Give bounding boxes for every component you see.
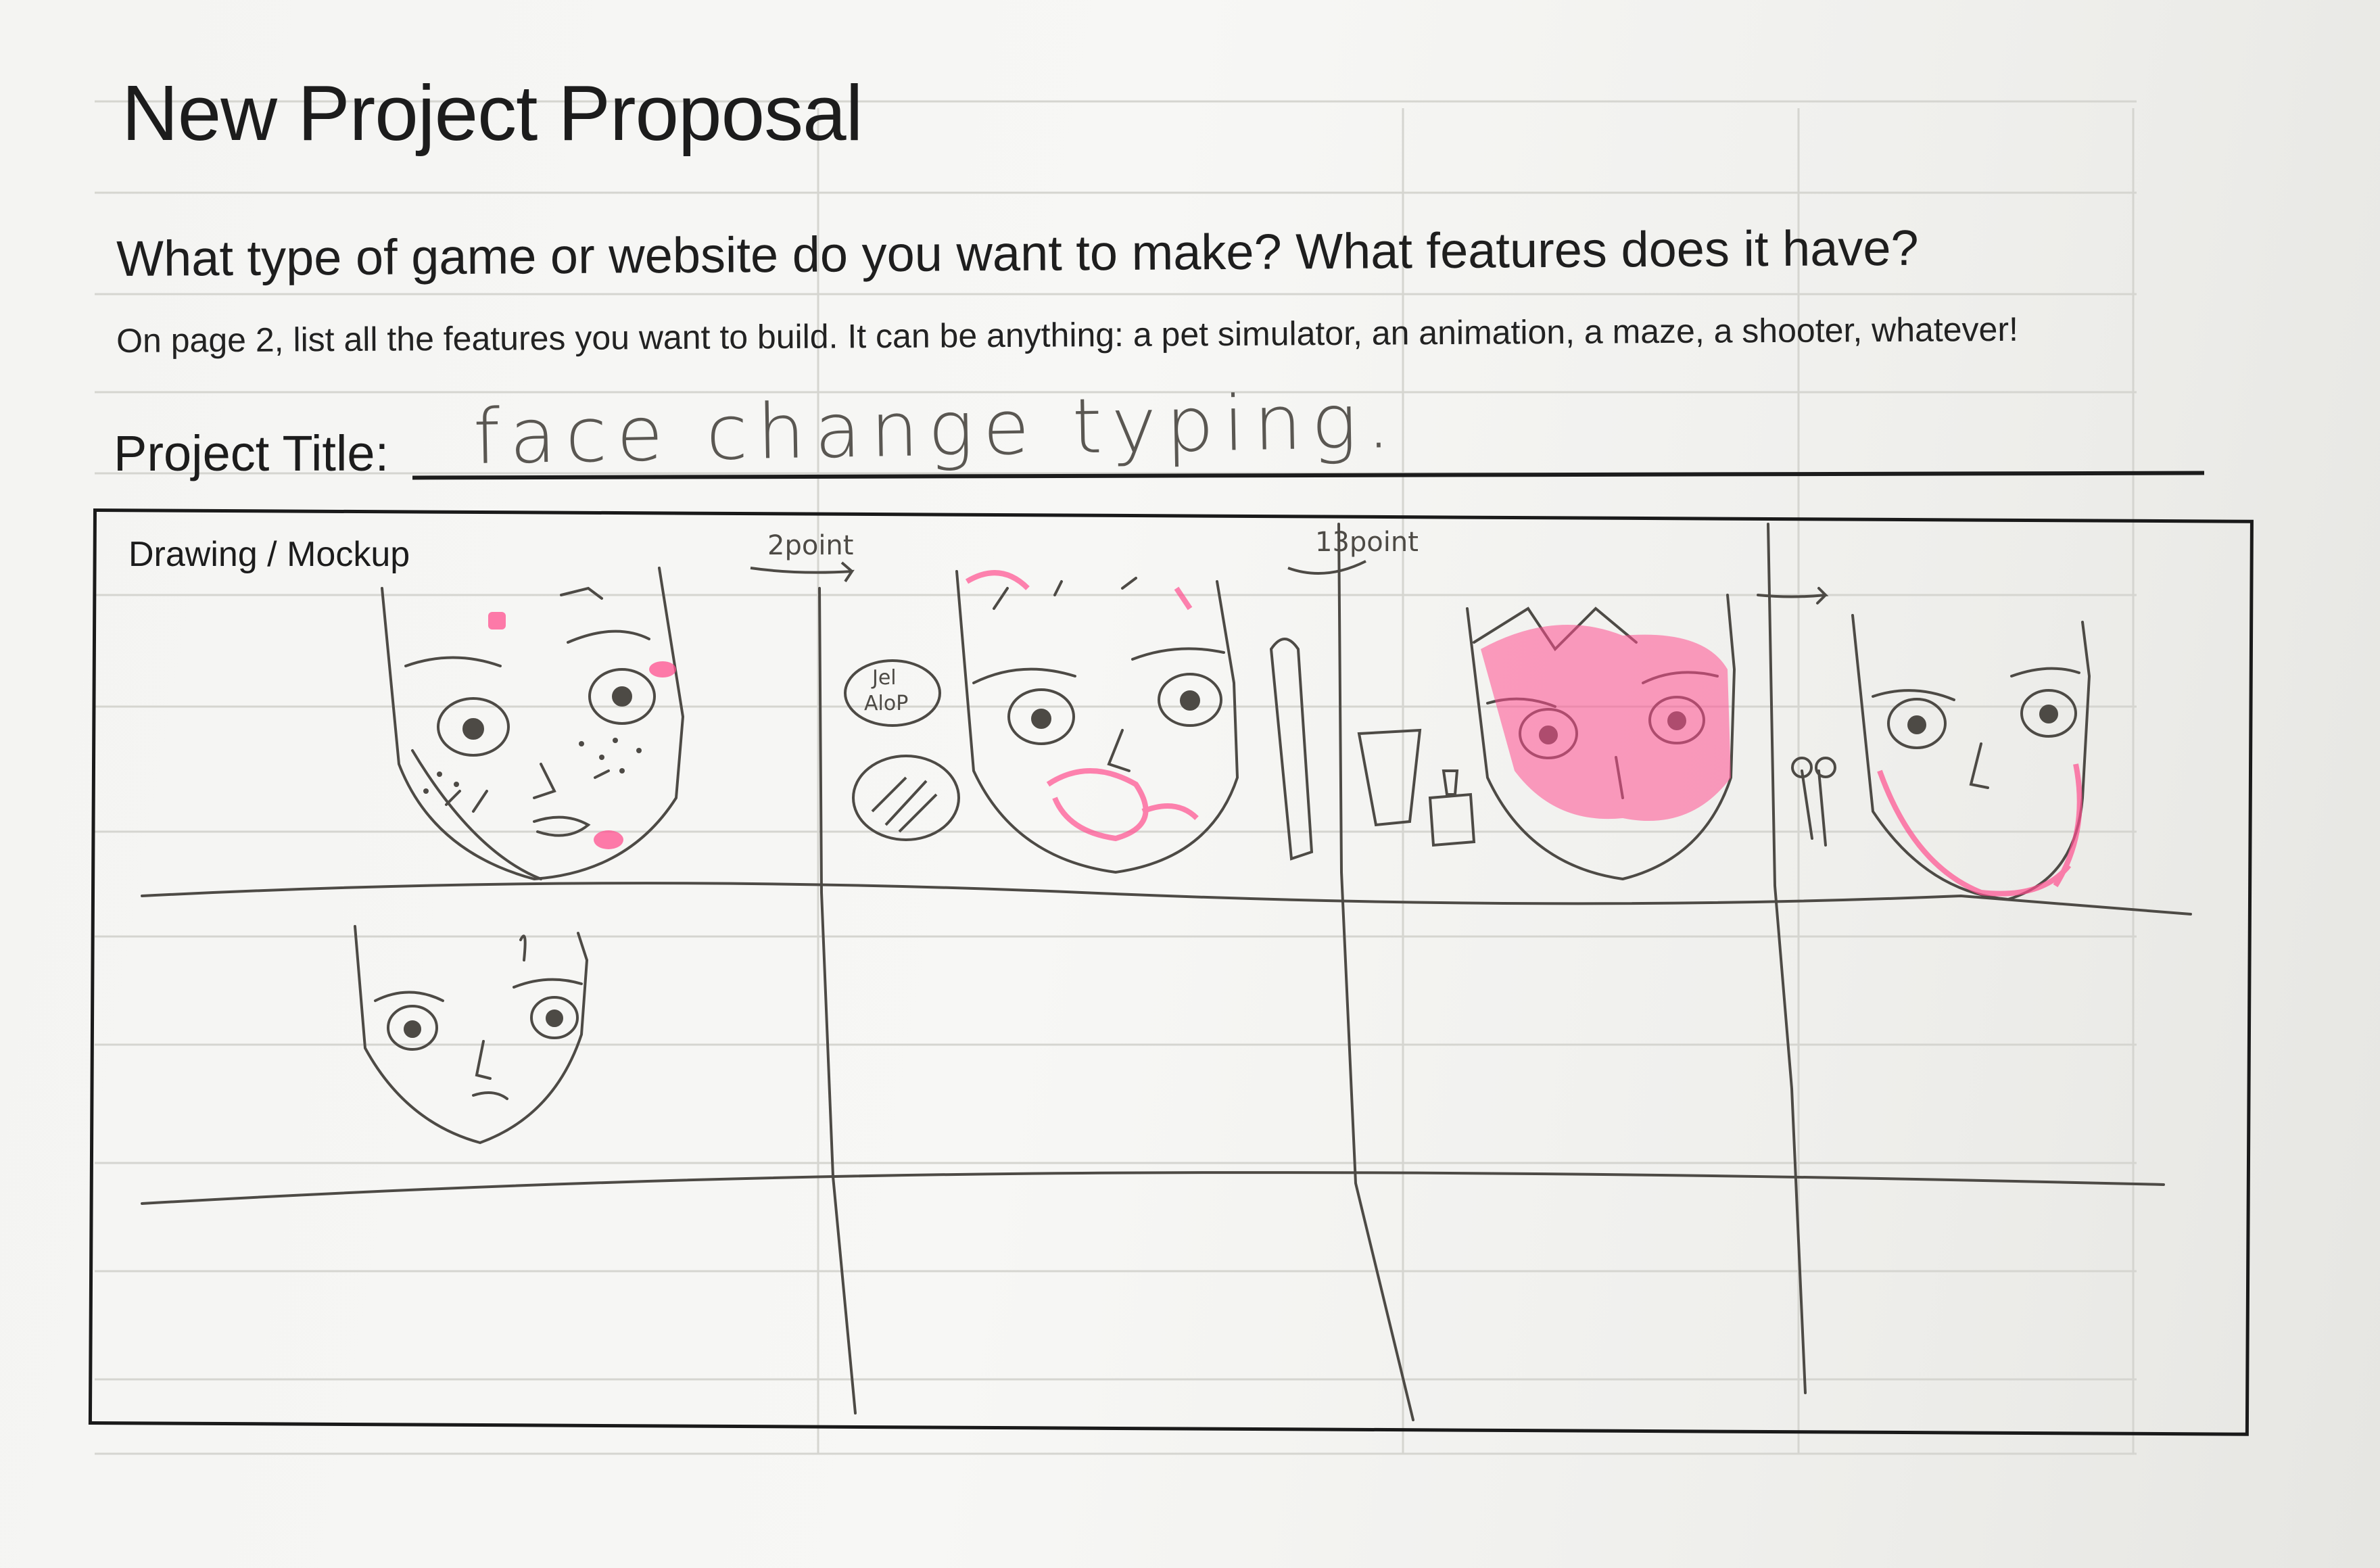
divider-col-1 <box>818 587 857 1415</box>
face-sketch-5 <box>354 925 589 1145</box>
jar-label-line-2: AloP <box>864 692 908 715</box>
face-sketch-2 <box>955 570 1239 874</box>
face-sketch-2-highlights <box>965 570 1199 842</box>
aloe-gel-jar <box>750 561 960 841</box>
divider-col-2 <box>1337 523 1414 1421</box>
annotation-2point: 2point <box>767 530 853 561</box>
face-sketch-4-highlights <box>1877 763 2082 897</box>
jar-label-line-1: Jel <box>871 666 897 690</box>
face-sketch-1-highlights <box>488 612 676 849</box>
divider-row-2 <box>141 1171 2165 1205</box>
annotation-13point: 13point <box>1315 527 1419 558</box>
face-sketch-1 <box>381 567 685 881</box>
lotion-bottles <box>1287 560 1476 847</box>
storyboard-sketch: Jel AloP 2point 13point <box>141 523 2192 1421</box>
cleanser-tube <box>1269 638 1314 861</box>
face-sketch-3-highlights <box>1481 625 1731 821</box>
divider-row-1 <box>141 882 2192 916</box>
divider-col-3 <box>1767 523 1807 1394</box>
